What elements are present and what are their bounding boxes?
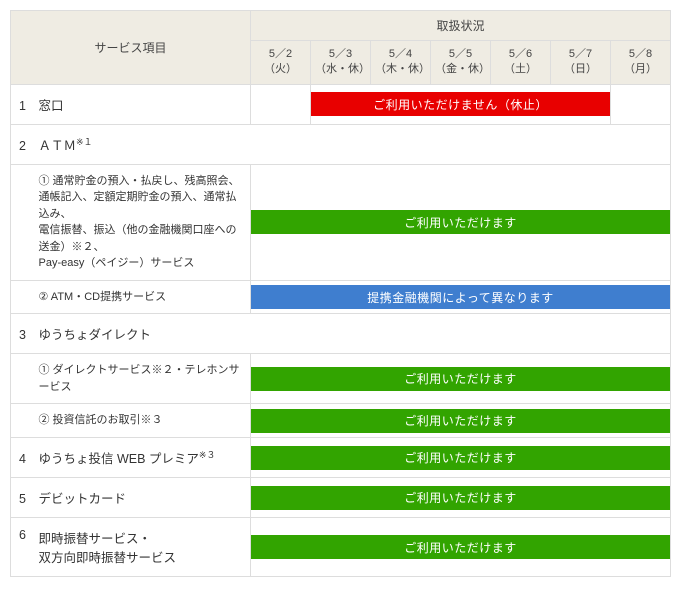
header-day-6: 5／8 （月） <box>611 41 671 85</box>
bar-unavailable: ご利用いただけません（休止） <box>311 92 610 116</box>
row-5: 5 デビットカード ご利用いただけます <box>11 478 671 518</box>
bar-available-atm1: ご利用いただけます <box>251 210 670 234</box>
bar-available-6: ご利用いただけます <box>251 535 670 559</box>
row-3-2: ② 投資信託のお取引※３ ご利用いただけます <box>11 404 671 438</box>
row-1-num: 1 <box>19 99 35 113</box>
header-day-2: 5／4 （木・休） <box>371 41 431 85</box>
header-day-4: 5／6 （土） <box>491 41 551 85</box>
row-4-label: ゆうちょ投信 WEB プレミア <box>38 452 198 466</box>
row-2: 2 ＡＴＭ※１ <box>11 124 671 164</box>
header-day-0: 5／2 （火） <box>251 41 311 85</box>
bar-available-4: ご利用いただけます <box>251 446 670 470</box>
row-2-1: ① 通常貯金の預入・払戻し、残高照会、 通帳記入、定額定期貯金の預入、通常払込み… <box>11 164 671 280</box>
header-day-1: 5／3 （水・休） <box>311 41 371 85</box>
header-status: 取扱状況 <box>251 11 671 41</box>
row-5-num: 5 <box>19 492 35 506</box>
row-2-label: ＡＴＭ <box>38 139 76 153</box>
row-5-label: デビットカード <box>38 492 126 506</box>
header-service: サービス項目 <box>11 11 251 85</box>
row-2-num: 2 <box>19 139 35 153</box>
row-2-2: ② ATM・CD提携サービス 提携金融機関によって異なります <box>11 280 671 314</box>
bar-available-d1: ご利用いただけます <box>251 367 670 391</box>
row-6-num: 6 <box>19 528 35 542</box>
row-3-2-label: ② 投資信託のお取引※３ <box>33 404 251 438</box>
bar-available-d2: ご利用いただけます <box>251 409 670 433</box>
row-2-1-label: ① 通常貯金の預入・払戻し、残高照会、 通帳記入、定額定期貯金の預入、通常払込み… <box>33 164 251 280</box>
row-4-sup: ※３ <box>199 450 216 460</box>
header-day-3: 5／5 （金・休） <box>431 41 491 85</box>
row-6: 6 即時振替サービス・ 双方向即時振替サービス ご利用いただけます <box>11 518 671 577</box>
bar-varies: 提携金融機関によって異なります <box>251 285 670 309</box>
row-6-label: 即時振替サービス・ 双方向即時振替サービス <box>38 528 176 566</box>
row-2-sup: ※１ <box>76 137 93 147</box>
service-status-table: サービス項目 取扱状況 5／2 （火） 5／3 （水・休） 5／4 （木・休） … <box>10 10 671 577</box>
row-3-1-label: ① ダイレクトサービス※２・テレホンサービス <box>33 354 251 404</box>
row-4: 4 ゆうちょ投信 WEB プレミア※３ ご利用いただけます <box>11 437 671 477</box>
row-3-num: 3 <box>19 328 35 342</box>
row-4-num: 4 <box>19 452 35 466</box>
row-2-2-label: ② ATM・CD提携サービス <box>33 280 251 314</box>
bar-available-5: ご利用いただけます <box>251 486 670 510</box>
row-3: 3 ゆうちょダイレクト <box>11 314 671 354</box>
header-day-5: 5／7 （日） <box>551 41 611 85</box>
row-3-1: ① ダイレクトサービス※２・テレホンサービス ご利用いただけます <box>11 354 671 404</box>
row-3-label: ゆうちょダイレクト <box>38 328 151 342</box>
row-1: 1 窓口 ご利用いただけません（休止） <box>11 84 671 124</box>
row-1-label: 窓口 <box>38 99 63 113</box>
